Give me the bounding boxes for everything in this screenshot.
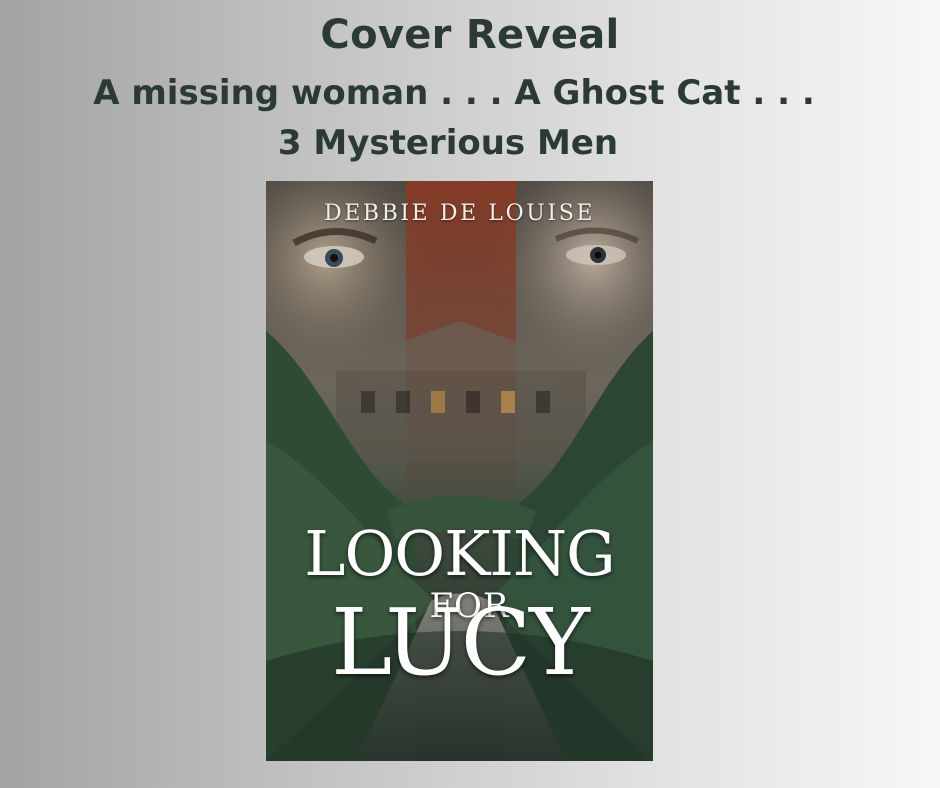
- book-title-line-3: LUCY: [331, 589, 590, 696]
- book-title-line-1: LOOKING: [304, 517, 615, 590]
- tagline-line-1: A missing woman . . . A Ghost Cat . . .: [93, 73, 815, 113]
- book-cover: DEBBIE DE LOUISE LOOKING FOR LUCY: [266, 181, 653, 761]
- book-author: DEBBIE DE LOUISE: [323, 201, 596, 226]
- page-title: Cover Reveal: [320, 12, 620, 58]
- tagline-line-2: 3 Mysterious Men: [277, 123, 619, 163]
